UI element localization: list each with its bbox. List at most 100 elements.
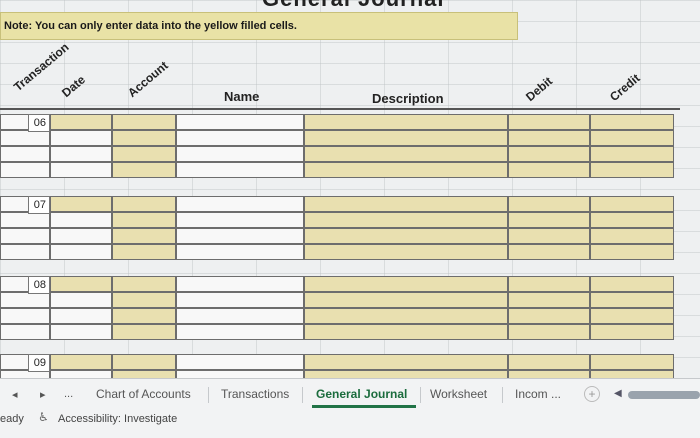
- input-cell[interactable]: [304, 292, 508, 308]
- add-sheet-button[interactable]: +: [584, 386, 600, 402]
- tab-chart-of-accounts[interactable]: Chart of Accounts: [96, 387, 191, 401]
- input-cell[interactable]: [508, 292, 590, 308]
- input-cell[interactable]: [50, 114, 112, 130]
- input-cell[interactable]: [112, 244, 176, 260]
- input-cell[interactable]: [112, 354, 176, 370]
- input-cell[interactable]: [304, 114, 508, 130]
- cell[interactable]: [0, 324, 50, 340]
- input-cell[interactable]: [508, 114, 590, 130]
- tab-income[interactable]: Incom ...: [515, 387, 561, 401]
- input-cell[interactable]: [590, 228, 674, 244]
- cell[interactable]: [176, 276, 304, 292]
- input-cell[interactable]: [590, 114, 674, 130]
- input-cell[interactable]: [304, 146, 508, 162]
- input-cell[interactable]: [112, 308, 176, 324]
- input-cell[interactable]: [50, 276, 112, 292]
- input-cell[interactable]: [590, 212, 674, 228]
- input-cell[interactable]: [304, 354, 508, 370]
- input-cell[interactable]: [112, 212, 176, 228]
- input-cell[interactable]: [304, 276, 508, 292]
- cell[interactable]: [0, 244, 50, 260]
- input-cell[interactable]: [590, 244, 674, 260]
- cell[interactable]: [176, 324, 304, 340]
- input-cell[interactable]: [508, 370, 590, 378]
- cell[interactable]: [0, 292, 50, 308]
- horizontal-scrollbar[interactable]: [628, 391, 700, 399]
- cell[interactable]: [50, 212, 112, 228]
- cell[interactable]: [176, 114, 304, 130]
- input-cell[interactable]: [304, 370, 508, 378]
- input-cell[interactable]: [508, 324, 590, 340]
- input-cell[interactable]: [590, 354, 674, 370]
- input-cell[interactable]: [590, 292, 674, 308]
- cell[interactable]: [50, 370, 112, 378]
- cell[interactable]: [0, 162, 50, 178]
- input-cell[interactable]: [112, 228, 176, 244]
- input-cell[interactable]: [304, 308, 508, 324]
- input-cell[interactable]: [112, 292, 176, 308]
- input-cell[interactable]: [112, 196, 176, 212]
- input-cell[interactable]: [508, 146, 590, 162]
- cell[interactable]: [176, 162, 304, 178]
- tab-general-journal[interactable]: General Journal: [316, 387, 407, 401]
- input-cell[interactable]: [508, 276, 590, 292]
- cell[interactable]: [176, 196, 304, 212]
- cell[interactable]: [50, 228, 112, 244]
- more-sheets-button[interactable]: ...: [64, 388, 73, 400]
- cell[interactable]: [176, 130, 304, 146]
- input-cell[interactable]: [112, 114, 176, 130]
- tab-transactions[interactable]: Transactions: [221, 387, 289, 401]
- input-cell[interactable]: [508, 212, 590, 228]
- tab-worksheet[interactable]: Worksheet: [430, 387, 487, 401]
- input-cell[interactable]: [112, 370, 176, 378]
- input-cell[interactable]: [50, 354, 112, 370]
- input-cell[interactable]: [590, 324, 674, 340]
- input-cell[interactable]: [112, 162, 176, 178]
- input-cell[interactable]: [304, 162, 508, 178]
- input-cell[interactable]: [590, 146, 674, 162]
- input-cell[interactable]: [112, 130, 176, 146]
- input-cell[interactable]: [508, 308, 590, 324]
- scroll-left-icon[interactable]: ◀: [614, 388, 622, 399]
- cell[interactable]: [0, 146, 50, 162]
- cell[interactable]: [176, 292, 304, 308]
- input-cell[interactable]: [508, 196, 590, 212]
- prev-sheet-icon[interactable]: ◂: [12, 388, 18, 401]
- input-cell[interactable]: [304, 228, 508, 244]
- cell[interactable]: [50, 292, 112, 308]
- input-cell[interactable]: [304, 212, 508, 228]
- cell[interactable]: [176, 228, 304, 244]
- cell[interactable]: [0, 212, 50, 228]
- cell[interactable]: [50, 244, 112, 260]
- input-cell[interactable]: [590, 196, 674, 212]
- input-cell[interactable]: [508, 354, 590, 370]
- input-cell[interactable]: [508, 130, 590, 146]
- cell[interactable]: [176, 146, 304, 162]
- cell[interactable]: [176, 212, 304, 228]
- cell[interactable]: [0, 130, 50, 146]
- input-cell[interactable]: [590, 370, 674, 378]
- input-cell[interactable]: [590, 308, 674, 324]
- cell[interactable]: [176, 244, 304, 260]
- input-cell[interactable]: [304, 324, 508, 340]
- cell[interactable]: [50, 146, 112, 162]
- input-cell[interactable]: [112, 146, 176, 162]
- input-cell[interactable]: [508, 228, 590, 244]
- cell[interactable]: [176, 370, 304, 378]
- cell[interactable]: [50, 308, 112, 324]
- input-cell[interactable]: [50, 196, 112, 212]
- cell[interactable]: [50, 130, 112, 146]
- input-cell[interactable]: [508, 162, 590, 178]
- input-cell[interactable]: [304, 130, 508, 146]
- input-cell[interactable]: [590, 276, 674, 292]
- accessibility-status[interactable]: Accessibility: Investigate: [58, 413, 177, 425]
- cell[interactable]: [0, 228, 50, 244]
- cell[interactable]: [176, 354, 304, 370]
- cell[interactable]: [0, 308, 50, 324]
- input-cell[interactable]: [590, 130, 674, 146]
- cell[interactable]: [50, 324, 112, 340]
- cell[interactable]: [50, 162, 112, 178]
- input-cell[interactable]: [590, 162, 674, 178]
- next-sheet-icon[interactable]: ▸: [40, 388, 46, 401]
- cell[interactable]: [176, 308, 304, 324]
